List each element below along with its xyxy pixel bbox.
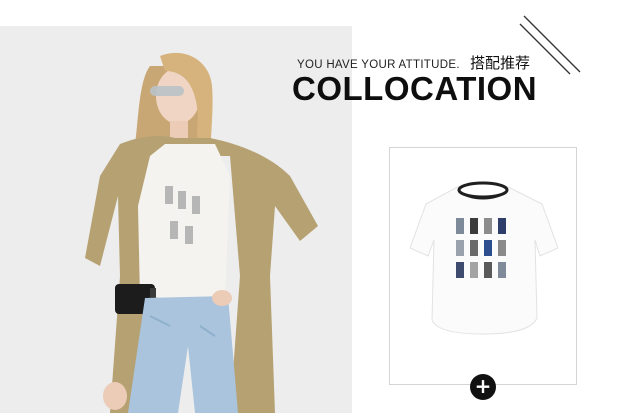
add-to-outfit-button[interactable]: + <box>470 374 496 400</box>
page-title: COLLOCATION <box>292 70 538 107</box>
collocation-section: YOU HAVE YOUR ATTITUDE. 搭配推荐 COLLOCATION <box>0 0 620 413</box>
product-card[interactable] <box>389 147 577 385</box>
tshirt-image <box>409 181 559 335</box>
plus-icon: + <box>474 374 492 398</box>
